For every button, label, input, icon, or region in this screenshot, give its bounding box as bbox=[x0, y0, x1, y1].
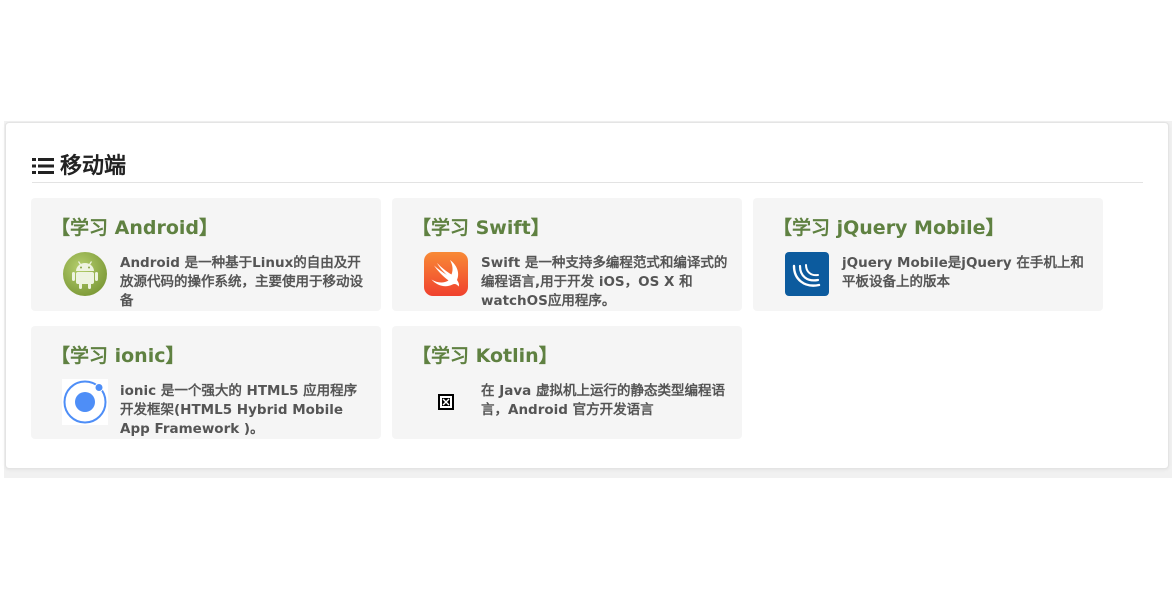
card-title[interactable]: 【学习 ionic】 bbox=[51, 343, 184, 369]
jquery-mobile-logo-icon bbox=[785, 252, 829, 296]
section-title: 移动端 bbox=[60, 154, 127, 179]
card-jquery-mobile[interactable]: 【学习 jQuery Mobile】 jQuery Mobile是jQuery … bbox=[753, 198, 1103, 311]
mobile-section-panel: 移动端 【学习 Android】 Android 是一种基于Linux的自由及开… bbox=[5, 122, 1169, 469]
card-description: 在 Java 虚拟机上运行的静态类型编程语言，Android 官方开发语言 bbox=[481, 383, 725, 418]
swift-logo-icon bbox=[424, 252, 468, 296]
broken-image-icon bbox=[438, 394, 454, 410]
card-swift[interactable]: 【学习 Swift】 Swift 是一种支持多编程范式和编译式的编程语言,用于开… bbox=[392, 198, 742, 311]
android-logo-icon bbox=[63, 252, 107, 296]
ionic-logo-icon bbox=[62, 379, 108, 425]
card-title[interactable]: 【学习 Swift】 bbox=[412, 215, 550, 241]
card-kotlin[interactable]: 【学习 Kotlin】 在 Java 虚拟机上运行的静态类型编程语言，Andro… bbox=[392, 326, 742, 439]
list-icon bbox=[32, 158, 54, 174]
section-header: 移动端 bbox=[32, 151, 1143, 183]
card-description: Swift 是一种支持多编程范式和编译式的编程语言,用于开发 iOS，OS X … bbox=[481, 255, 728, 309]
card-description: jQuery Mobile是jQuery 在手机上和平板设备上的版本 bbox=[842, 255, 1084, 290]
card-android[interactable]: 【学习 Android】 Android 是一种基于Linux的自由及开放源代码… bbox=[31, 198, 381, 311]
card-description: Android 是一种基于Linux的自由及开放源代码的操作系统，主要使用于移动… bbox=[120, 255, 363, 309]
card-description: ionic 是一个强大的 HTML5 应用程序开发框架(HTML5 Hybrid… bbox=[120, 383, 358, 437]
card-ionic[interactable]: 【学习 ionic】 ionic 是一个强大的 HTML5 应用程序开发框架(H… bbox=[31, 326, 381, 439]
card-title[interactable]: 【学习 Android】 bbox=[51, 215, 218, 241]
card-title[interactable]: 【学习 jQuery Mobile】 bbox=[773, 215, 1005, 241]
card-title[interactable]: 【学习 Kotlin】 bbox=[412, 343, 558, 369]
